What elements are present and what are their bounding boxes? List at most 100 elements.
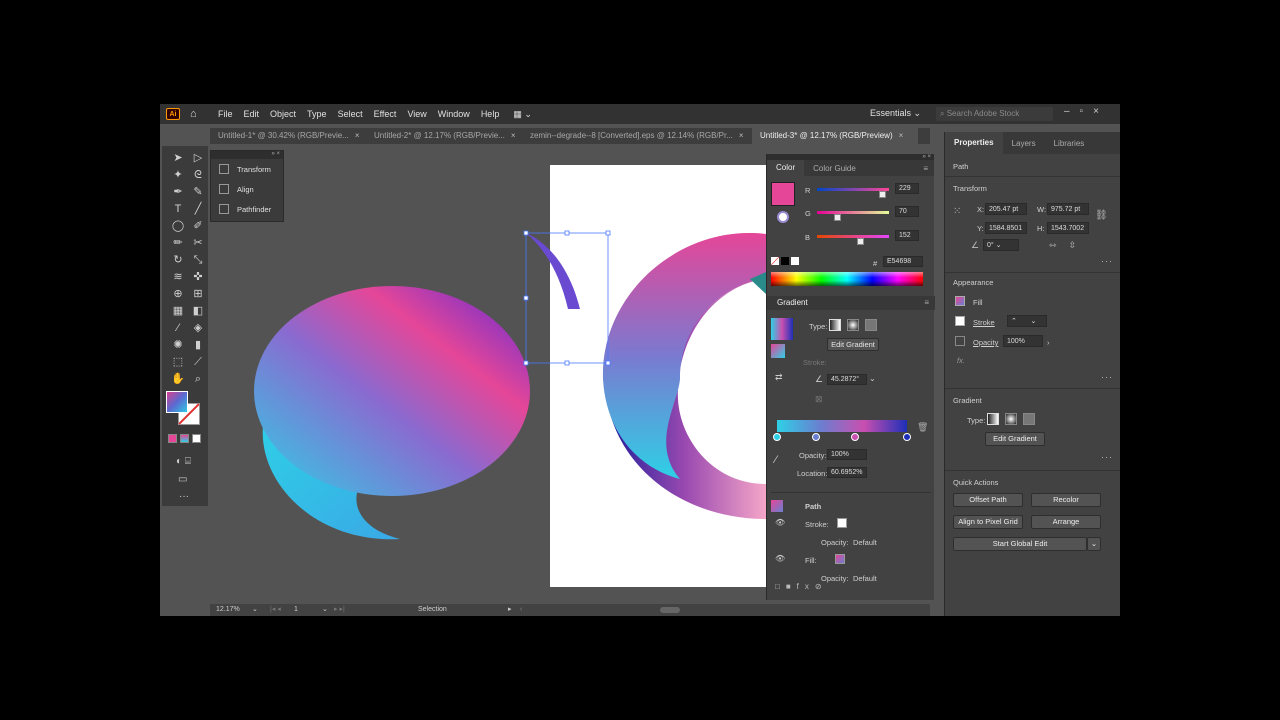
global-edit-dropdown-icon[interactable]: ⌄ bbox=[1087, 537, 1101, 551]
fill-stroke-control[interactable] bbox=[166, 391, 202, 427]
g-slider-thumb[interactable] bbox=[833, 214, 841, 221]
type-tool-icon[interactable]: T bbox=[168, 201, 188, 218]
hex-value[interactable]: E54698 bbox=[883, 256, 923, 267]
eyedropper-icon[interactable]: ⁄ bbox=[775, 454, 777, 466]
selection-handle[interactable] bbox=[523, 360, 529, 366]
home-icon[interactable]: ⌂ bbox=[190, 108, 202, 120]
flip-icons[interactable]: ⇿⇳ bbox=[1049, 240, 1088, 251]
gradient-stop[interactable] bbox=[903, 433, 911, 441]
menu-view[interactable]: View bbox=[407, 109, 426, 119]
bubble-shape[interactable] bbox=[254, 286, 530, 496]
slice-tool-icon[interactable]: ⟋ bbox=[188, 354, 208, 371]
menu-window[interactable]: Window bbox=[438, 109, 470, 119]
angle-dropdown-icon[interactable]: ⌄ bbox=[869, 374, 876, 383]
more-tools-icon[interactable]: ··· bbox=[179, 491, 189, 502]
constrain-proportions-icon[interactable]: ⛓ bbox=[1095, 210, 1108, 221]
edit-gradient-button[interactable]: Edit Gradient bbox=[985, 432, 1045, 446]
align-pixel-grid-button[interactable]: Align to Pixel Grid bbox=[953, 515, 1023, 529]
arrange-documents-icon[interactable]: ▦ ⌄ bbox=[513, 109, 532, 120]
horizontal-scrollbar[interactable] bbox=[660, 607, 680, 613]
fill-gradient-swatch[interactable] bbox=[835, 554, 845, 564]
fill-swatch[interactable] bbox=[955, 296, 965, 306]
artboard-nav-prev-icon[interactable]: |◂ ◂ bbox=[270, 604, 281, 616]
edit-gradient-button[interactable]: Edit Gradient bbox=[827, 338, 879, 351]
gradient-stop[interactable] bbox=[773, 433, 781, 441]
recolor-button[interactable]: Recolor bbox=[1031, 493, 1101, 507]
pencil-icon[interactable]: ✏ bbox=[168, 235, 188, 252]
selection-handle[interactable] bbox=[605, 230, 611, 236]
b-slider[interactable] bbox=[817, 235, 889, 238]
menu-effect[interactable]: Effect bbox=[374, 109, 397, 119]
color-spectrum[interactable] bbox=[771, 272, 923, 286]
menu-edit[interactable]: Edit bbox=[244, 109, 260, 119]
tab-untitled-2[interactable]: Untitled-2* @ 12.17% (RGB/Previe... × bbox=[366, 128, 522, 144]
radial-gradient-icon[interactable] bbox=[1005, 413, 1017, 425]
none-swatch-icon[interactable] bbox=[771, 257, 779, 265]
white-swatch[interactable] bbox=[791, 257, 799, 265]
w-field[interactable]: 975.72 pt bbox=[1047, 203, 1089, 215]
linear-gradient-icon[interactable] bbox=[829, 319, 841, 331]
tab-color[interactable]: Color bbox=[767, 160, 805, 176]
gradient-stop[interactable] bbox=[851, 433, 859, 441]
gradient-location[interactable]: 60.6952% bbox=[827, 467, 867, 478]
tab-zemin-degrade[interactable]: zemin--degrade--8 [Converted].eps @ 12.1… bbox=[522, 128, 752, 144]
stroke-label[interactable]: Stroke bbox=[973, 318, 995, 327]
perspective-grid-icon[interactable]: ⊞ bbox=[188, 286, 208, 303]
radial-gradient-icon[interactable] bbox=[847, 319, 859, 331]
gradient-tool-icon[interactable]: ◧ bbox=[188, 303, 208, 320]
more-appearance-icon[interactable]: ··· bbox=[1101, 372, 1113, 382]
menu-help[interactable]: Help bbox=[481, 109, 500, 119]
selection-handle[interactable] bbox=[523, 295, 529, 301]
reverse-gradient-icon[interactable]: ⇄ bbox=[775, 372, 783, 383]
stroke-none-swatch[interactable] bbox=[837, 518, 847, 528]
status-menu-icon[interactable]: ▸ bbox=[508, 604, 512, 616]
pathfinder-panel-button[interactable]: Pathfinder bbox=[211, 199, 283, 219]
gradient-mode-icon[interactable] bbox=[180, 434, 189, 443]
color-mode-icon[interactable] bbox=[168, 434, 177, 443]
y-field[interactable]: 1584.8501 bbox=[985, 222, 1027, 234]
zoom-dropdown-icon[interactable]: ⌄ bbox=[252, 604, 258, 616]
more-gradient-icon[interactable]: ··· bbox=[1101, 452, 1113, 462]
ellipse-tool-icon[interactable]: ◯ bbox=[168, 218, 188, 235]
zoom-level[interactable]: 12.17% bbox=[216, 604, 240, 616]
rotate-angle-field[interactable]: 0° ⌄ bbox=[983, 239, 1019, 251]
artboard-nav-next-icon[interactable]: ▸ ▸| bbox=[334, 604, 345, 616]
fx-button[interactable]: fx. bbox=[957, 356, 965, 365]
menu-select[interactable]: Select bbox=[338, 109, 363, 119]
reference-point-icon[interactable]: ⁙ bbox=[953, 206, 961, 217]
selection-handle[interactable] bbox=[564, 230, 570, 236]
appearance-opacity-label[interactable]: Opacity: bbox=[821, 538, 849, 547]
artboard-tool-icon[interactable]: ⬚ bbox=[168, 354, 188, 371]
tab-untitled-1[interactable]: Untitled-1* @ 30.42% (RGB/Previe... × bbox=[210, 128, 366, 144]
selection-tool-icon[interactable]: ➤ bbox=[168, 150, 188, 167]
mesh-tool-icon[interactable]: ▦ bbox=[168, 303, 188, 320]
gradient-fill-stroke-icon[interactable] bbox=[771, 344, 785, 358]
draw-mode-icon[interactable]: ◐ ⌸ bbox=[176, 456, 191, 467]
warp-tool-icon[interactable]: ≋ bbox=[168, 269, 188, 286]
paintbrush-icon[interactable]: ✐ bbox=[188, 218, 208, 235]
tab-untitled-3[interactable]: Untitled-3* @ 12.17% (RGB/Preview) × bbox=[752, 128, 918, 144]
scissors-icon[interactable]: ✂ bbox=[188, 235, 208, 252]
appearance-footer-icons[interactable]: □■fx⊘ bbox=[775, 582, 828, 591]
tab-libraries[interactable]: Libraries bbox=[1045, 139, 1094, 148]
opacity-field[interactable]: 100% bbox=[1003, 335, 1043, 347]
eyedropper-icon[interactable]: ⁄ bbox=[168, 320, 188, 337]
appearance-stroke-label[interactable]: Stroke: bbox=[805, 520, 829, 529]
artboard-number[interactable]: 1 bbox=[294, 604, 298, 616]
gradient-preview[interactable] bbox=[771, 318, 793, 340]
tab-layers[interactable]: Layers bbox=[1003, 139, 1045, 148]
puppet-warp-icon[interactable]: ✜ bbox=[188, 269, 208, 286]
color-swatch[interactable] bbox=[771, 182, 795, 206]
shape-builder-icon[interactable]: ⊕ bbox=[168, 286, 188, 303]
pen-tool-icon[interactable]: ✒ bbox=[168, 184, 188, 201]
stroke-swatch[interactable] bbox=[955, 316, 965, 326]
gradient-opacity[interactable]: 100% bbox=[827, 449, 867, 460]
g-slider[interactable] bbox=[817, 211, 889, 214]
menu-file[interactable]: File bbox=[218, 109, 233, 119]
symbol-sprayer-icon[interactable]: ✺ bbox=[168, 337, 188, 354]
linear-gradient-icon[interactable] bbox=[987, 413, 999, 425]
lasso-icon[interactable]: ᘓ bbox=[188, 167, 208, 184]
r-slider-thumb[interactable] bbox=[878, 191, 886, 198]
artboard-dropdown-icon[interactable]: ⌄ bbox=[322, 604, 328, 616]
delete-stop-icon[interactable]: 🗑 bbox=[917, 422, 928, 433]
